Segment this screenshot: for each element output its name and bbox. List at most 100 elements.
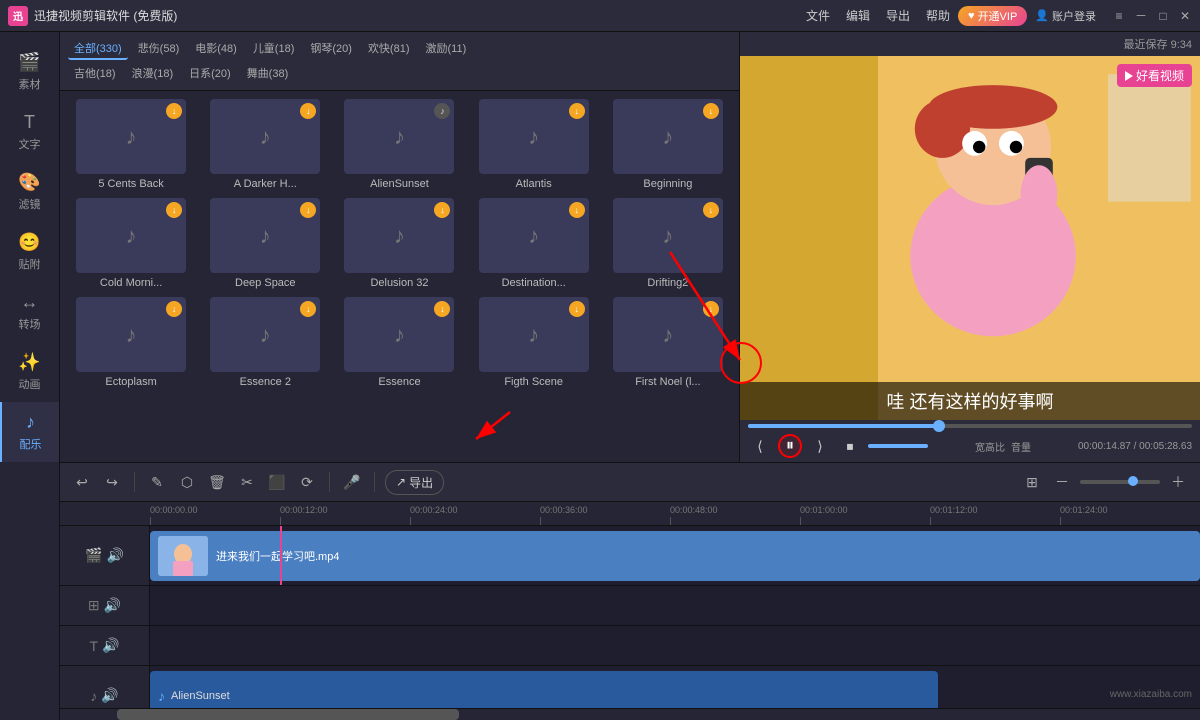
- login-button[interactable]: 👤 账户登录: [1035, 8, 1096, 24]
- filter-tag-dance[interactable]: 舞曲(38): [241, 63, 295, 83]
- close-button[interactable]: ✕: [1178, 9, 1192, 23]
- zoom-in-icon[interactable]: ＋: [1166, 470, 1190, 494]
- text-vol-icon[interactable]: 🔊: [102, 637, 119, 654]
- sidebar-item-transition[interactable]: ↔ 转场: [0, 282, 59, 342]
- music-item-8[interactable]: ♪ ↓ Destination...: [471, 198, 597, 289]
- redo-button[interactable]: ↪: [100, 470, 124, 494]
- music-item-4[interactable]: ♪ ↓ Beginning: [605, 99, 731, 190]
- undo-button[interactable]: ↩: [70, 470, 94, 494]
- filter-tag-japan[interactable]: 日系(20): [183, 63, 237, 83]
- filter-tag-inspire[interactable]: 激励(11): [420, 38, 473, 60]
- music-item-10[interactable]: ♪ ↓ Ectoplasm: [68, 297, 194, 388]
- progress-bar[interactable]: [748, 424, 1192, 428]
- download-badge-4: ↓: [703, 103, 719, 119]
- filter-tag-all[interactable]: 全部(330): [68, 38, 128, 60]
- sidebar-label-media: 素材: [19, 76, 41, 92]
- text-track-content: [150, 626, 1200, 665]
- fit-button[interactable]: ⊞: [1020, 470, 1044, 494]
- zoom-slider[interactable]: [1080, 480, 1160, 484]
- divider-2: [329, 472, 330, 492]
- music-title-6: Deep Space: [210, 277, 320, 289]
- progress-handle[interactable]: [933, 420, 945, 432]
- video-track-icon[interactable]: 🎬: [85, 547, 102, 564]
- text-icon: T: [24, 112, 35, 133]
- filter-tag-movie[interactable]: 电影(48): [189, 38, 243, 60]
- menu-file[interactable]: 文件: [806, 7, 830, 24]
- voice-label[interactable]: 音量: [1011, 439, 1031, 454]
- animation-icon: ✨: [18, 352, 40, 373]
- track-vol-1[interactable]: 🔊: [104, 597, 121, 614]
- track-icon-1[interactable]: ⊞: [88, 597, 100, 614]
- title-bar: 迅 迅捷视频剪辑软件 (免费版) 文件 编辑 导出 帮助 ♥ 开通VIP 👤 账…: [0, 0, 1200, 32]
- music-thumb-7: ♪ ↓: [344, 198, 454, 273]
- export-button[interactable]: ↗ 导出: [385, 470, 444, 495]
- sidebar-item-music[interactable]: ♪ 配乐: [0, 402, 59, 462]
- sidebar-item-sticker[interactable]: 😊 贴附: [0, 222, 59, 282]
- menu-icon[interactable]: ≡: [1112, 9, 1126, 23]
- rotate-button[interactable]: ⟳: [295, 470, 319, 494]
- split-button[interactable]: ⬛: [265, 470, 289, 494]
- music-item-13[interactable]: ♪ ↓ Figth Scene: [471, 297, 597, 388]
- download-badge-9: ↓: [703, 202, 719, 218]
- maximize-button[interactable]: □: [1156, 9, 1170, 23]
- timeline-ruler: 00:00:00.00 00:00:12:00 00:00:24:00 00:0…: [60, 502, 1200, 526]
- sidebar-item-text[interactable]: T 文字: [0, 102, 59, 162]
- filter-tag-piano[interactable]: 钢琴(20): [304, 38, 358, 60]
- filter-tag-guitar[interactable]: 吉他(18): [68, 63, 122, 83]
- filter-tag-romantic[interactable]: 浪漫(18): [126, 63, 180, 83]
- music-thumb-11: ♪ ↓: [210, 297, 320, 372]
- filter-tag-sad[interactable]: 悲伤(58): [132, 38, 186, 60]
- empty-track-content-1: [150, 586, 1200, 625]
- stop-button[interactable]: ⏹: [838, 434, 862, 458]
- menu-edit[interactable]: 编辑: [846, 7, 870, 24]
- music-item-3[interactable]: ♪ ↓ Atlantis: [471, 99, 597, 190]
- sidebar-label-text: 文字: [19, 136, 41, 152]
- audio-track-icon[interactable]: ♪: [90, 688, 97, 704]
- vip-button[interactable]: ♥ 开通VIP: [958, 6, 1027, 26]
- audio-vol-icon[interactable]: 🔊: [101, 687, 118, 704]
- zoom-out-icon[interactable]: －: [1050, 470, 1074, 494]
- music-item-9[interactable]: ♪ ↓ Drifting2: [605, 198, 731, 289]
- text-track-icon[interactable]: T: [90, 638, 99, 654]
- volume-slider[interactable]: [868, 444, 928, 448]
- scroll-thumb[interactable]: [117, 709, 459, 720]
- download-badge-10: ↓: [166, 301, 182, 317]
- music-title-3: Atlantis: [479, 178, 589, 190]
- sidebar-item-animation[interactable]: ✨ 动画: [0, 342, 59, 402]
- music-item-12[interactable]: ♪ ↓ Essence: [336, 297, 462, 388]
- music-item-14[interactable]: ♪ ↓ First Noel (l...: [605, 297, 731, 388]
- edit-button[interactable]: ✎: [145, 470, 169, 494]
- sidebar-item-filter[interactable]: 🎨 滤镜: [0, 162, 59, 222]
- rewind-button[interactable]: ⟨: [748, 434, 772, 458]
- video-volume-icon[interactable]: 🔊: [107, 547, 124, 564]
- timeline-scrollbar[interactable]: [60, 708, 1200, 720]
- music-item-11[interactable]: ♪ ↓ Essence 2: [202, 297, 328, 388]
- mic-button[interactable]: 🎤: [340, 470, 364, 494]
- music-item-2[interactable]: ♪ ♪ AlienSunset: [336, 99, 462, 190]
- minimize-button[interactable]: －: [1134, 9, 1148, 23]
- delete-button[interactable]: 🗑: [205, 470, 229, 494]
- cut-button[interactable]: ✂: [235, 470, 259, 494]
- video-clip[interactable]: 进来我们一起学习吧.mp4: [150, 531, 1200, 581]
- music-item-1[interactable]: ♪ ↓ A Darker H...: [202, 99, 328, 190]
- copy-button[interactable]: ⬡: [175, 470, 199, 494]
- watermark: www.xiazaiba.com: [1110, 689, 1192, 700]
- filter-tag-children[interactable]: 儿童(18): [247, 38, 301, 60]
- ruler-mark-3: 00:00:36:00: [540, 505, 670, 525]
- audio-clip[interactable]: ♪ AlienSunset: [150, 671, 938, 708]
- music-item-5[interactable]: ♪ ↓ Cold Morni...: [68, 198, 194, 289]
- filter-tag-happy[interactable]: 欢快(81): [362, 38, 416, 60]
- pause-button[interactable]: ⏸: [778, 434, 802, 458]
- aspect-label[interactable]: 宽高比: [975, 439, 1005, 454]
- forward-button[interactable]: ⟩: [808, 434, 832, 458]
- audio-track-content: ♪ AlienSunset: [150, 666, 1200, 708]
- menu-export[interactable]: 导出: [886, 7, 910, 24]
- music-thumb-10: ♪ ↓: [76, 297, 186, 372]
- menu-help[interactable]: 帮助: [926, 7, 950, 24]
- export-icon: ↗: [396, 475, 406, 489]
- control-row: ⟨ ⏸ ⟩ ⏹ 宽高比 音量 00:00:14.87 / 00:05:28.63: [748, 434, 1192, 458]
- music-item-6[interactable]: ♪ ↓ Deep Space: [202, 198, 328, 289]
- sidebar-item-media[interactable]: 🎬 素材: [0, 42, 59, 102]
- music-item-0[interactable]: ♪ ↓ 5 Cents Back: [68, 99, 194, 190]
- music-item-7[interactable]: ♪ ↓ Delusion 32: [336, 198, 462, 289]
